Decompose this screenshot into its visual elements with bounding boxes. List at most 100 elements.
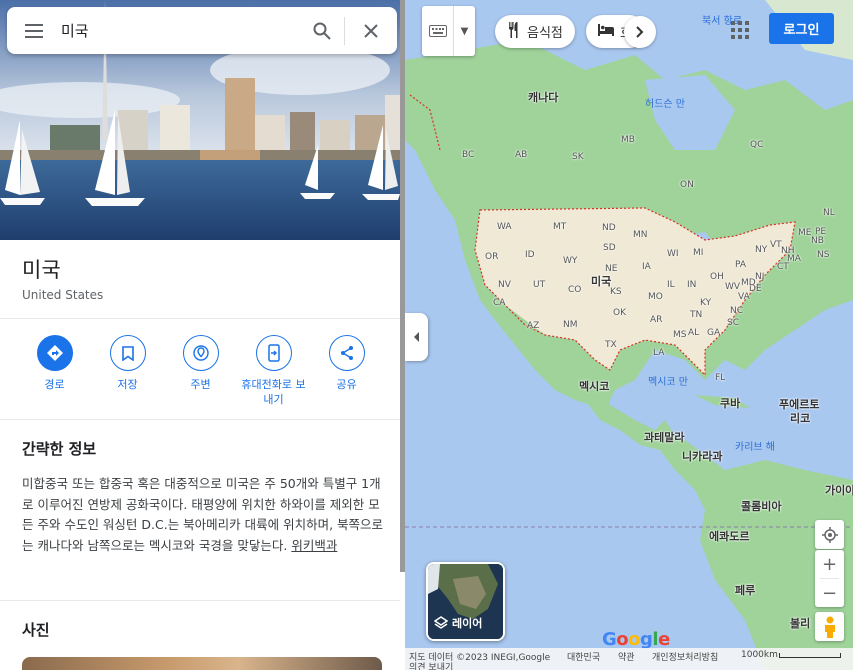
map-label-caribbean: 카리브 해 [735, 442, 775, 453]
region-label-in: IN [687, 280, 697, 290]
map-footer: 지도 데이터 ©2023 INEGI,Google 대한민국 약관 개인정보처리… [405, 648, 853, 670]
divider-2 [0, 419, 400, 420]
action-bar: 경로 저장 주변 휴대전화로 보내기 공유 [18, 335, 388, 407]
region-label-nj: NJ [755, 272, 765, 282]
save-button[interactable]: 저장 [91, 335, 164, 407]
map-label-bolivia: 볼리 [790, 617, 811, 630]
region-label-md: MD [741, 278, 756, 288]
nearby-label: 주변 [190, 378, 211, 391]
directions-button[interactable]: 경로 [18, 335, 91, 407]
scale-label: 1000km [741, 650, 778, 660]
region-label-nl: NL [823, 208, 835, 218]
footer-terms-link[interactable]: 약관 [618, 650, 635, 663]
place-title: 미국 [22, 258, 61, 282]
hero-photo[interactable] [0, 0, 400, 240]
region-label-tx: TX [605, 340, 617, 350]
region-label-me: ME [798, 228, 812, 238]
map-label-puerto-rico-2: 리코 [790, 412, 811, 425]
region-label-ab: AB [515, 150, 528, 160]
close-icon [364, 23, 378, 38]
restaurant-icon [507, 21, 521, 42]
region-label-ia: IA [642, 262, 651, 272]
search-box [7, 7, 397, 54]
map-label-ecuador: 에콰도르 [709, 530, 750, 543]
divider-3 [0, 600, 400, 601]
footer-feedback-link[interactable]: 의견 보내기 [409, 660, 453, 670]
region-label-nb: NB [811, 236, 824, 246]
collapse-panel-button[interactable] [405, 313, 428, 361]
nearby-button[interactable]: 주변 [164, 335, 237, 407]
region-label-mt: MT [553, 222, 567, 232]
map-canvas[interactable]: 캐나다 미국 멕시코 쿠바 푸에르토 리코 과테말라 니카라과 콜롬비아 에콰도… [405, 0, 853, 670]
region-label-sd: SD [603, 243, 616, 253]
region-label-ns: NS [817, 250, 830, 260]
region-label-ga: GA [707, 328, 721, 338]
map-label-gulf-mexico: 멕시코 만 [648, 377, 688, 388]
hamburger-menu-icon [25, 23, 43, 38]
wikipedia-link[interactable]: 위키백과 [291, 538, 337, 553]
my-location-button[interactable] [815, 520, 844, 549]
chevron-right-icon [636, 26, 644, 38]
region-label-wy: WY [563, 256, 578, 266]
footer-privacy-link[interactable]: 개인정보처리방침 [652, 650, 718, 663]
region-label-mo: MO [648, 292, 663, 302]
region-label-ky: KY [700, 298, 712, 308]
region-label-ne: NE [605, 264, 618, 274]
footer-country-link[interactable]: 대한민국 [567, 650, 600, 663]
region-label-mb: MB [621, 135, 635, 145]
map-label-colombia: 콜롬비아 [741, 500, 782, 513]
zoom-out-button[interactable]: − [815, 579, 844, 607]
region-label-or: OR [485, 252, 499, 262]
chips-next-button[interactable] [624, 16, 656, 48]
send-to-phone-icon [255, 335, 292, 371]
google-apps-button[interactable] [727, 17, 753, 43]
region-label-oh: OH [710, 272, 724, 282]
layers-label: 레이어 [452, 617, 483, 630]
share-label: 공유 [336, 378, 357, 391]
menu-button[interactable] [7, 23, 61, 38]
region-label-bc: BC [462, 150, 475, 160]
search-button[interactable] [300, 7, 344, 54]
region-label-sc: SC [727, 318, 739, 328]
keyboard-icon[interactable] [422, 6, 454, 56]
region-label-nv: NV [498, 280, 511, 290]
clear-search-button[interactable] [345, 7, 397, 54]
share-icon [328, 335, 365, 371]
login-button[interactable]: 로그인 [769, 13, 834, 44]
layers-button[interactable]: 레이어 [426, 562, 505, 641]
place-subtitle: United States [22, 288, 104, 302]
region-label-fl: FL [715, 373, 726, 383]
share-button[interactable]: 공유 [310, 335, 383, 407]
photo-thumbnail[interactable] [22, 657, 382, 670]
zoom-in-button[interactable]: + [815, 550, 844, 578]
apps-grid-icon [731, 21, 749, 39]
region-label-ny: NY [755, 245, 768, 255]
chevron-down-icon[interactable]: ▼ [454, 6, 475, 56]
place-panel: 미국 United States 경로 저장 주변 [0, 0, 405, 670]
chip-restaurants[interactable]: 음식점 [495, 15, 575, 48]
panel-scrollbar[interactable] [400, 0, 405, 572]
region-label-ms: MS [673, 330, 687, 340]
street-view-button[interactable] [815, 612, 844, 641]
scale-bar [779, 653, 841, 658]
region-label-pe: PE [815, 227, 827, 237]
map-label-guyana: 가이아 [825, 484, 853, 497]
region-label-vt: VT [770, 240, 782, 250]
region-label-ok: OK [613, 308, 626, 318]
region-label-co: CO [568, 285, 582, 295]
search-input[interactable] [61, 21, 300, 40]
map-label-mexico: 멕시코 [579, 380, 610, 393]
map-label-usa: 미국 [591, 275, 612, 288]
send-to-phone-button[interactable]: 휴대전화로 보내기 [237, 335, 310, 407]
region-label-wv: WV [725, 282, 741, 292]
region-label-ut: UT [533, 280, 546, 290]
input-tools-control[interactable]: ▼ [422, 6, 475, 56]
region-label-ct: CT [777, 262, 789, 272]
region-label-wi: WI [667, 249, 679, 259]
map-label-nicaragua: 니카라과 [682, 450, 723, 463]
region-label-mn: MN [633, 230, 648, 240]
region-label-la: LA [653, 348, 665, 358]
region-label-az: AZ [527, 321, 540, 331]
region-label-mi: MI [693, 248, 704, 258]
google-maps-app: 캐나다 미국 멕시코 쿠바 푸에르토 리코 과테말라 니카라과 콜롬비아 에콰도… [0, 0, 853, 670]
